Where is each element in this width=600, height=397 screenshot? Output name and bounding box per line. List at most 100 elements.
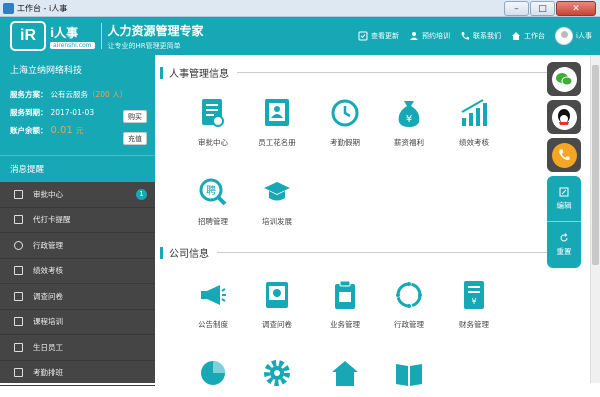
floating-toolbar: 编辑 重置 xyxy=(547,62,581,268)
recharge-button[interactable]: 充值 xyxy=(123,132,147,145)
survey-doc-icon xyxy=(261,279,293,311)
tile-salary-benefits[interactable]: ¥ 薪资福利 xyxy=(379,97,439,148)
buy-button[interactable]: 购买 xyxy=(123,110,147,123)
brand-name: i人事 xyxy=(50,25,79,40)
book-training-label: 预约培训 xyxy=(422,32,451,40)
tile-finance[interactable]: ¥ 财务管理 xyxy=(444,279,504,330)
tile-performance[interactable]: 绩效考核 xyxy=(444,97,504,148)
slogan-subtitle: 让专业的HR管理更简单 xyxy=(107,41,181,50)
maximize-button[interactable]: □ xyxy=(530,1,555,16)
tile-announcements[interactable]: 公告制度 xyxy=(183,279,243,330)
sidebar-item-approval[interactable]: 审批中心 1 xyxy=(0,182,155,208)
minimize-button[interactable]: – xyxy=(504,1,529,16)
wechat-icon xyxy=(551,66,577,92)
tile-approval-center[interactable]: 审批中心 xyxy=(183,97,243,148)
home-icon xyxy=(329,357,361,389)
tile-label: 培训发展 xyxy=(262,217,292,226)
tile-attendance-leave[interactable]: 考勤假期 xyxy=(315,97,375,148)
user-group-icon xyxy=(410,32,419,40)
sidebar-item-attendance[interactable]: 考勤排班 xyxy=(0,361,155,386)
sidebar-item-label: 审批中心 xyxy=(33,189,63,199)
tile-partial-book[interactable] xyxy=(379,357,439,397)
finance-doc-icon: ¥ xyxy=(458,279,490,311)
window-controls: – □ ✕ xyxy=(504,1,596,16)
tile-administration[interactable]: 行政管理 xyxy=(379,279,439,330)
edit-label: 编辑 xyxy=(556,200,572,210)
edit-reset-panel: 编辑 重置 xyxy=(547,176,581,268)
sidebar-item-training[interactable]: 课程培训 xyxy=(0,310,155,335)
section-accent-bar xyxy=(160,246,163,259)
workbench-link[interactable]: 工作台 xyxy=(511,31,545,41)
sidebar-item-label: 课程培训 xyxy=(33,317,63,327)
user-name: i人事 xyxy=(576,32,592,40)
sidebar-item-survey[interactable]: 调查问卷 xyxy=(0,284,155,310)
clock-icon xyxy=(329,97,361,129)
edit-icon xyxy=(559,187,569,196)
tile-label: 审批中心 xyxy=(198,138,228,147)
messages-header: 消息提醒 xyxy=(0,155,155,182)
wechat-button[interactable] xyxy=(547,62,581,96)
user-menu[interactable]: i人事 xyxy=(555,27,592,45)
phone-button[interactable] xyxy=(547,138,581,172)
graduation-cap-icon xyxy=(14,317,23,327)
section-accent-bar xyxy=(160,66,163,79)
megaphone-icon xyxy=(197,279,229,311)
workbench-label: 工作台 xyxy=(524,32,546,40)
hr-section-label: 人事管理信息 xyxy=(169,69,229,80)
tile-partial-home[interactable] xyxy=(315,357,375,397)
chart-icon xyxy=(14,266,23,276)
business-clipboard-icon xyxy=(329,279,361,311)
app-icon xyxy=(3,2,14,14)
close-button[interactable]: ✕ xyxy=(556,1,596,16)
tile-training-development[interactable]: 培训发展 xyxy=(247,176,307,227)
tile-partial-pie[interactable] xyxy=(183,357,243,397)
window-title: 工作台 - i人事 xyxy=(17,3,68,13)
tile-employee-roster[interactable]: 员工花名册 xyxy=(247,97,307,148)
sidebar-item-clock-reminder[interactable]: 代打卡提醒 xyxy=(0,208,155,233)
qq-button[interactable] xyxy=(547,100,581,134)
pie-chart-icon xyxy=(197,357,229,389)
edit-button[interactable]: 编辑 xyxy=(547,176,581,222)
tile-partial-settings[interactable] xyxy=(247,357,307,397)
update-icon xyxy=(358,31,368,41)
calendar-icon xyxy=(14,368,23,378)
tile-label: 业务管理 xyxy=(330,320,360,329)
scrollbar-thumb[interactable] xyxy=(592,65,599,265)
tile-recruitment[interactable]: 聘 招聘管理 xyxy=(183,176,243,227)
approval-doc-icon xyxy=(197,97,229,129)
reset-button[interactable]: 重置 xyxy=(547,222,581,268)
contact-us-link[interactable]: 联系我们 xyxy=(460,31,501,41)
home-icon xyxy=(512,32,521,40)
sidebar-item-label: 调查问卷 xyxy=(33,291,63,301)
company-name: 上海立纳网络科技 xyxy=(10,66,83,76)
open-book-icon xyxy=(393,357,425,389)
window-titlebar: 工作台 - i人事 – □ ✕ xyxy=(0,0,600,17)
sidebar-item-label: 生日员工 xyxy=(33,342,63,352)
tile-label: 招聘管理 xyxy=(198,217,228,226)
cycle-arrows-icon xyxy=(393,279,425,311)
sidebar-item-admin[interactable]: 行政管理 xyxy=(0,233,155,259)
expire-label: 服务到期： xyxy=(10,107,48,117)
avatar xyxy=(555,27,574,45)
document-icon xyxy=(14,189,23,199)
reset-label: 重置 xyxy=(556,247,572,256)
slogan: 人力资源管理专家 让专业的HR管理更简单 xyxy=(108,22,204,51)
vertical-scrollbar[interactable] xyxy=(590,55,600,383)
plan-row: 服务方案： 公有云服务 （200 人） xyxy=(10,88,145,100)
sidebar-item-performance[interactable]: 绩效考核 xyxy=(0,259,155,284)
sidebar-item-birthday[interactable]: 生日员工 xyxy=(0,335,155,361)
cake-icon xyxy=(14,342,23,352)
tile-label: 调查问卷 xyxy=(262,320,292,329)
tile-surveys[interactable]: 调查问卷 xyxy=(247,279,307,330)
tile-business[interactable]: 业务管理 xyxy=(315,279,375,330)
check-updates-link[interactable]: 查看更新 xyxy=(358,31,399,41)
book-training-link[interactable]: 预约培训 xyxy=(409,31,450,41)
plan-people: （200 人） xyxy=(88,89,128,99)
notification-badge: 1 xyxy=(136,188,147,200)
plan-label: 服务方案： xyxy=(10,89,48,99)
balance-label: 账户余额： xyxy=(10,125,48,135)
header-links: 查看更新 预约培训 联系我们 工作台 i人事 xyxy=(358,17,592,55)
sidebar-item-label: 行政管理 xyxy=(33,240,63,250)
tile-label: 薪资福利 xyxy=(394,138,424,147)
graduation-cap-icon xyxy=(261,176,293,208)
